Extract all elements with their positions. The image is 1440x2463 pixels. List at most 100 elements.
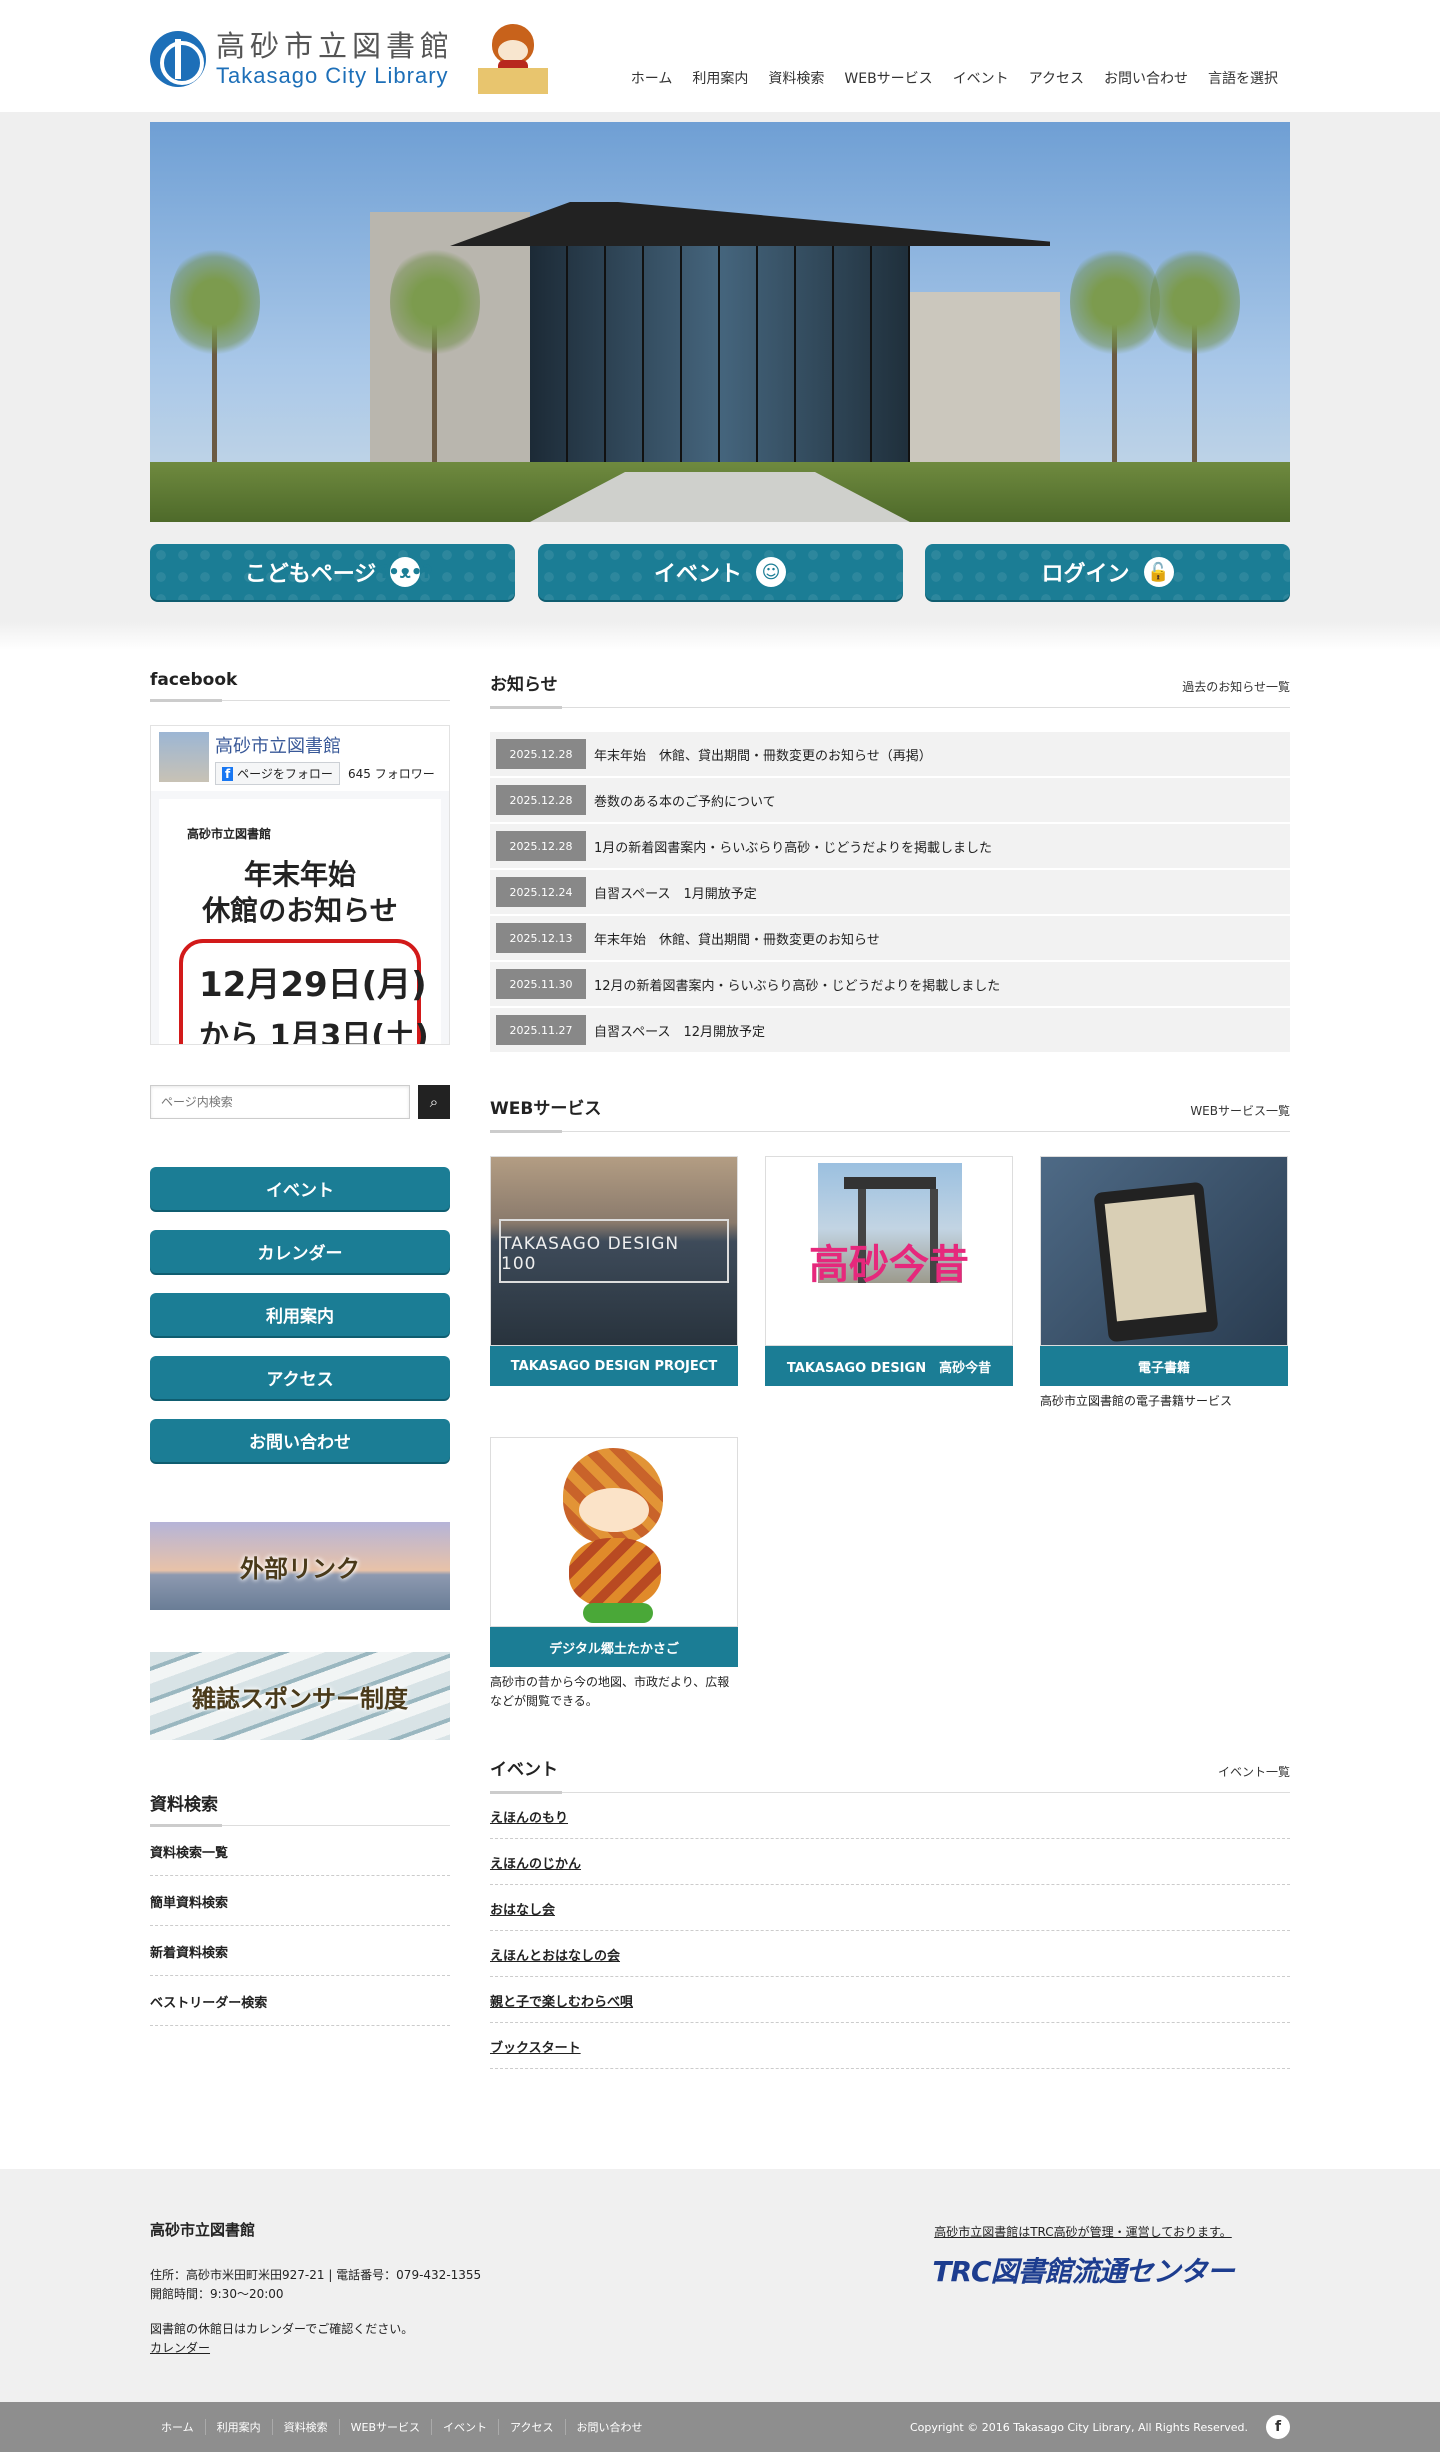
event-label: イベント <box>653 562 742 587</box>
news-item[interactable]: 2025.12.28 巻数のある本のご予約について <box>490 778 1290 822</box>
event-button[interactable]: イベント ☺ <box>537 544 903 600</box>
card-takasago-konjaku[interactable]: 高砂今昔 TAKASAGO DESIGN 高砂今昔 <box>765 1156 1013 1411</box>
news-item[interactable]: 2025.12.28 1月の新着図書案内・らいぶらり高砂・じどうだよりを掲載しまし… <box>490 824 1290 868</box>
facebook-follow-label: ページをフォロー <box>237 767 333 781</box>
news-date: 2025.12.24 <box>496 877 586 907</box>
footer-nav-contact[interactable]: お問い合わせ <box>564 2419 654 2435</box>
simple-search-link[interactable]: 簡単資料検索 <box>150 1876 450 1926</box>
side-guide-button[interactable]: 利用案内 <box>150 1293 450 1336</box>
main-content: お知らせ 過去のお知らせ一覧 2025.12.28 年末年始 休館、貸出期間・冊数… <box>490 670 1290 2069</box>
events-header: イベント イベント一覧 <box>490 1755 1290 1794</box>
magazine-sponsor-banner[interactable]: 雑誌スポンサー制度 <box>150 1652 450 1740</box>
facebook-follow-button[interactable]: f ページをフォロー <box>215 762 340 785</box>
city-emblem-icon <box>150 31 206 87</box>
best-reader-search-link[interactable]: ベストリーダー検索 <box>150 1976 450 2026</box>
card-digital-kyodo[interactable]: デジタル郷土たかさご 高砂市の昔から今の地図、市政だより、広報などが閲覧できる。 <box>490 1437 738 1711</box>
new-arrivals-search-link[interactable]: 新着資料検索 <box>150 1926 450 1976</box>
footer-hours: 開館時間：9:30～20:00 <box>150 2287 284 2301</box>
nav-web-service[interactable]: WEBサービス <box>844 68 932 88</box>
nav-guide[interactable]: 利用案内 <box>692 68 748 88</box>
facebook-page-name[interactable]: 高砂市立図書館 <box>215 732 435 758</box>
news-date: 2025.12.28 <box>496 785 586 815</box>
news-item[interactable]: 2025.11.30 12月の新着図書案内・らいぶらり高砂・じどうだよりを掲載しま… <box>490 962 1290 1006</box>
footer-nav-access[interactable]: アクセス <box>498 2419 564 2435</box>
event-link[interactable]: えほんのもり <box>490 1793 1290 1839</box>
bear-icon: ʕ•ᴥ•ʔ <box>378 557 433 587</box>
quick-links: こどもページ ʕ•ᴥ•ʔ イベント ☺ ログイン 🔓 <box>150 544 1290 600</box>
kids-page-button[interactable]: こどもページ ʕ•ᴥ•ʔ <box>150 544 515 600</box>
side-buttons: イベント カレンダー 利用案内 アクセス お問い合わせ <box>150 1167 450 1462</box>
hero-section: こどもページ ʕ•ᴥ•ʔ イベント ☺ ログイン 🔓 <box>0 112 1440 650</box>
facebook-widget[interactable]: 高砂市立図書館 f ページをフォロー 645 フォロワー 高砂市立図書館 年末年… <box>150 725 450 1045</box>
copyright: Copyright © 2016 Takasago City Library, … <box>909 2420 1248 2434</box>
card-description: 高砂市立図書館の電子書籍サービス <box>1040 1394 1233 1408</box>
footer-nav-search[interactable]: 資料検索 <box>271 2419 339 2435</box>
events-section: イベント イベント一覧 えほんのもり えほんのじかん おはなし会 えほんとおはな… <box>490 1755 1290 2069</box>
external-links-banner[interactable]: 外部リンク <box>150 1522 450 1610</box>
side-access-button[interactable]: アクセス <box>150 1356 450 1399</box>
web-services: WEBサービス WEBサービス一覧 TAKASAGO DESIGN 100 TA… <box>490 1094 1290 1711</box>
facebook-f-icon: f <box>222 767 234 781</box>
nav-access[interactable]: アクセス <box>1029 68 1084 88</box>
facebook-icon[interactable]: f <box>1266 2415 1290 2439</box>
event-link[interactable]: 親と子で楽しむわらべ唄 <box>490 1977 1290 2023</box>
footer-nav-home[interactable]: ホーム <box>150 2419 205 2435</box>
footer-nav-guide[interactable]: 利用案内 <box>204 2419 272 2435</box>
card-takasago-design-project[interactable]: TAKASAGO DESIGN 100 TAKASAGO DESIGN PROJ… <box>490 1156 738 1411</box>
trc-manage-link[interactable]: 高砂市立図書館はTRC高砂が管理・運営しております。 <box>934 2225 1232 2239</box>
news-text: 12月の新着図書案内・らいぶらり高砂・じどうだよりを掲載しました <box>594 978 1001 994</box>
facebook-page-thumbnail[interactable] <box>159 732 209 782</box>
nav-language[interactable]: 言語を選択 <box>1208 68 1278 88</box>
nav-search[interactable]: 資料検索 <box>768 68 824 88</box>
event-link[interactable]: えほんとおはなしの会 <box>490 1931 1290 1977</box>
news-item[interactable]: 2025.12.13 年末年始 休館、貸出期間・冊数変更のお知らせ <box>490 916 1290 960</box>
smile-icon: ☺ <box>756 557 786 587</box>
footer-calendar-link[interactable]: カレンダー <box>150 2341 210 2355</box>
post-title-2: 休館のお知らせ <box>202 894 398 927</box>
facebook-title: facebook <box>150 670 450 702</box>
card-image-ebook <box>1040 1156 1288 1346</box>
news-header: お知らせ 過去のお知らせ一覧 <box>490 670 1290 709</box>
event-link[interactable]: えほんのじかん <box>490 1839 1290 1885</box>
side-contact-button[interactable]: お問い合わせ <box>150 1419 450 1462</box>
event-link[interactable]: ブックスタート <box>490 2023 1290 2069</box>
web-header: WEBサービス WEBサービス一覧 <box>490 1094 1290 1133</box>
web-services-list-link[interactable]: WEBサービス一覧 <box>1190 1102 1290 1119</box>
side-calendar-button[interactable]: カレンダー <box>150 1230 450 1273</box>
events-list-link[interactable]: イベント一覧 <box>1218 1763 1290 1780</box>
footer-nav-event[interactable]: イベント <box>431 2419 498 2435</box>
news-date: 2025.12.13 <box>496 923 586 953</box>
nav-home[interactable]: ホーム <box>631 68 673 88</box>
search-icon: ⌕ <box>429 1093 439 1111</box>
news-item[interactable]: 2025.12.28 年末年始 休館、貸出期間・冊数変更のお知らせ（再掲） <box>490 732 1290 776</box>
facebook-post-image[interactable]: 高砂市立図書館 年末年始 休館のお知らせ 12月29日(月) から 1月3日(土) <box>159 799 441 1044</box>
news-date: 2025.11.27 <box>496 1015 586 1045</box>
lock-icon: 🔓 <box>1143 557 1174 587</box>
material-search: 資料検索 資料検索一覧 簡単資料検索 新着資料検索 ベストリーダー検索 <box>150 1790 450 2026</box>
material-search-title: 資料検索 <box>150 1790 450 1827</box>
search-input[interactable] <box>150 1085 410 1119</box>
nav-event[interactable]: イベント <box>953 68 1009 88</box>
event-link[interactable]: おはなし会 <box>490 1885 1290 1931</box>
card-image-text: TAKASAGO DESIGN 100 <box>499 1219 729 1283</box>
hero-image <box>150 122 1290 522</box>
post-date-1: 12月29日(月) <box>199 965 427 1005</box>
nav-contact[interactable]: お問い合わせ <box>1104 68 1188 88</box>
trc-logo[interactable]: TRC図書館流通センター <box>918 2250 1248 2290</box>
material-search-list-link[interactable]: 資料検索一覧 <box>150 1826 450 1876</box>
news-archive-link[interactable]: 過去のお知らせ一覧 <box>1182 678 1290 695</box>
search-button[interactable]: ⌕ <box>418 1085 450 1119</box>
news-text: 年末年始 休館、貸出期間・冊数変更のお知らせ <box>594 932 880 948</box>
news-text: 自習スペース 12月開放予定 <box>594 1024 765 1040</box>
footer-library-name: 高砂市立図書館 <box>150 2221 256 2239</box>
login-button[interactable]: ログイン 🔓 <box>925 544 1290 600</box>
footer-holiday-note: 図書館の休館日はカレンダーでご確認ください。 <box>150 2322 414 2336</box>
news-item[interactable]: 2025.11.27 自習スペース 12月開放予定 <box>490 1008 1290 1052</box>
footer-nav-web-service[interactable]: WEBサービス <box>338 2419 431 2435</box>
news-text: 年末年始 休館、貸出期間・冊数変更のお知らせ（再掲） <box>594 748 932 764</box>
news-item[interactable]: 2025.12.24 自習スペース 1月開放予定 <box>490 870 1290 914</box>
site-logo[interactable]: 高砂市立図書館 Takasago City Library <box>150 24 550 94</box>
card-ebook[interactable]: 電子書籍 高砂市立図書館の電子書籍サービス <box>1040 1156 1288 1411</box>
events-title: イベント <box>490 1760 558 1780</box>
side-event-button[interactable]: イベント <box>150 1167 450 1210</box>
